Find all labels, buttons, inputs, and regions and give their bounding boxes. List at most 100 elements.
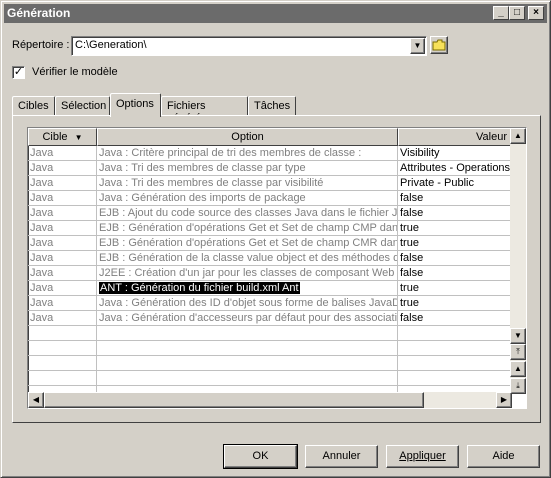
directory-combo[interactable]: C:\Generation\ ▼ — [71, 36, 427, 56]
table-cell-value[interactable]: false — [398, 311, 512, 326]
table-cell-value[interactable]: false — [398, 251, 512, 266]
table-cell-value[interactable]: Visibility — [398, 146, 512, 161]
cell-text: Visibility — [400, 147, 440, 159]
close-button[interactable]: × — [528, 6, 544, 20]
cell-text: Java : Génération d'accesseurs par défau… — [99, 312, 398, 324]
table-cell-value[interactable]: false — [398, 206, 512, 221]
table-cell-target: Java — [28, 266, 97, 281]
tab-label: Cibles — [18, 100, 49, 112]
empty-cell — [97, 371, 398, 386]
table-row[interactable]: Java Java : Tri des membres de classe par… — [28, 176, 512, 191]
ok-button[interactable]: OK — [223, 444, 298, 469]
table-row[interactable]: Java EJB : Génération d'opérations Get et… — [28, 221, 512, 236]
generation-dialog: Génération _ □ × Répertoire : C:\Generat… — [0, 0, 551, 478]
column-header-option[interactable]: Option — [97, 128, 398, 146]
browse-folder-button[interactable] — [430, 36, 448, 54]
cancel-button[interactable]: Annuler — [305, 445, 378, 468]
scroll-left-icon[interactable]: ◀ — [28, 392, 44, 408]
directory-value: C:\Generation\ — [75, 39, 147, 51]
table-cell-option: Java : Tri des membres de classe par vis… — [97, 176, 398, 191]
scroll-thumb[interactable] — [44, 392, 424, 408]
cell-text: Java : Tri des membres de classe par typ… — [99, 162, 306, 174]
table-cell-value[interactable]: false — [398, 266, 512, 281]
cell-text: Java — [30, 237, 54, 249]
cell-text: Java — [30, 312, 54, 324]
table-cell-target: Java — [28, 251, 97, 266]
table-cell-option: Java : Tri des membres de classe par typ… — [97, 161, 398, 176]
vertical-scrollbar[interactable]: ▲ ▼ ⤒ ▲ ⤓ — [510, 128, 526, 394]
scroll-up-icon[interactable]: ▲ — [510, 128, 526, 144]
sort-arrow-icon: ▼ — [74, 133, 83, 142]
empty-row — [28, 371, 512, 386]
cell-text: false — [400, 192, 424, 204]
table-cell-value[interactable]: false — [398, 191, 512, 206]
cell-text: true — [400, 282, 419, 294]
cell-text: Java — [30, 162, 54, 174]
empty-cell — [97, 341, 398, 356]
cell-text: EJB : Génération d'opérations Get et Set… — [99, 237, 398, 249]
table-cell-value[interactable]: true — [398, 236, 512, 251]
table-cell-value[interactable]: Private - Public — [398, 176, 512, 191]
table-row[interactable]: Java EJB : Génération de la classe value … — [28, 251, 512, 266]
table-cell-target: Java — [28, 146, 97, 161]
table-row[interactable]: Java Java : Critère principal de tri des … — [28, 146, 512, 161]
table-cell-option: J2EE : Création d'un jar pour les classe… — [97, 266, 398, 281]
empty-cell — [28, 356, 97, 371]
cell-text: false — [400, 252, 424, 264]
table-cell-value[interactable]: true — [398, 221, 512, 236]
table-cell-value[interactable]: Attributes - Operations — [398, 161, 512, 176]
cell-text: Java — [30, 222, 54, 234]
column-header-valeur[interactable]: Valeur — [398, 128, 512, 146]
apply-button[interactable]: Appliquer — [386, 445, 459, 468]
table-cell-option: EJB : Génération d'opérations Get et Set… — [97, 221, 398, 236]
cell-text: Java — [30, 177, 54, 189]
horizontal-scrollbar[interactable]: ◀ ▶ — [28, 392, 512, 408]
empty-cell — [28, 341, 97, 356]
empty-cell — [398, 341, 512, 356]
table-row[interactable]: Java ANT : Génération du fichier build.xm… — [28, 281, 512, 296]
help-button[interactable]: Aide — [467, 445, 540, 468]
column-header-cible[interactable]: Cible ▼ — [28, 128, 97, 146]
apply-label: Appliquer — [399, 450, 446, 462]
verify-model-checkbox[interactable]: ✓ — [12, 66, 25, 79]
scroll-top-icon[interactable]: ▲ — [510, 361, 526, 377]
tab-generated-files[interactable]: Fichiers générés — [161, 96, 248, 124]
table-row[interactable]: Java Java : Génération des imports de pac… — [28, 191, 512, 206]
table-cell-target: Java — [28, 191, 97, 206]
tab-tasks[interactable]: Tâches — [248, 96, 296, 116]
scroll-page-up-icon[interactable]: ⤒ — [510, 344, 526, 360]
table-cell-value[interactable]: true — [398, 281, 512, 296]
cell-text: true — [400, 297, 419, 309]
table-row[interactable]: Java Java : Génération d'accesseurs par d… — [28, 311, 512, 326]
table-cell-target: Java — [28, 176, 97, 191]
tab-selection[interactable]: Sélection — [55, 96, 110, 116]
scroll-right-icon[interactable]: ▶ — [496, 392, 512, 408]
scroll-bottom-icon[interactable]: ⤓ — [510, 378, 526, 394]
cell-text: Java — [30, 147, 54, 159]
table-row[interactable]: Java EJB : Ajout du code source des class… — [28, 206, 512, 221]
cell-text: Java : Génération des imports de package — [99, 192, 306, 204]
window-title: Génération — [7, 6, 71, 20]
table-cell-option: EJB : Génération de la classe value obje… — [97, 251, 398, 266]
table-row[interactable]: Java EJB : Génération d'opérations Get et… — [28, 236, 512, 251]
table-cell-target: Java — [28, 221, 97, 236]
tab-cibles[interactable]: Cibles — [12, 96, 55, 116]
table-cell-value[interactable]: true — [398, 296, 512, 311]
table-cell-option: Java : Critère principal de tri des memb… — [97, 146, 398, 161]
dropdown-arrow-icon[interactable]: ▼ — [410, 38, 425, 54]
options-panel: Cible ▼ Option Valeur Java Java : Critère… — [12, 115, 541, 423]
options-grid[interactable]: Cible ▼ Option Valeur Java Java : Critère… — [27, 127, 527, 409]
cell-text: Java — [30, 297, 54, 309]
cell-text: Attributes - Operations — [400, 162, 511, 174]
table-row[interactable]: Java Java : Génération des ID d'objet sou… — [28, 296, 512, 311]
minimize-button[interactable]: _ — [493, 6, 509, 20]
empty-cell — [398, 356, 512, 371]
tab-options[interactable]: Options — [110, 93, 161, 117]
scroll-down-icon[interactable]: ▼ — [510, 328, 526, 344]
maximize-button[interactable]: □ — [509, 6, 525, 20]
table-row[interactable]: Java J2EE : Création d'un jar pour les cl… — [28, 266, 512, 281]
table-cell-target: Java — [28, 281, 97, 296]
cell-text: false — [400, 267, 424, 279]
table-row[interactable]: Java Java : Tri des membres de classe par… — [28, 161, 512, 176]
empty-cell — [398, 326, 512, 341]
